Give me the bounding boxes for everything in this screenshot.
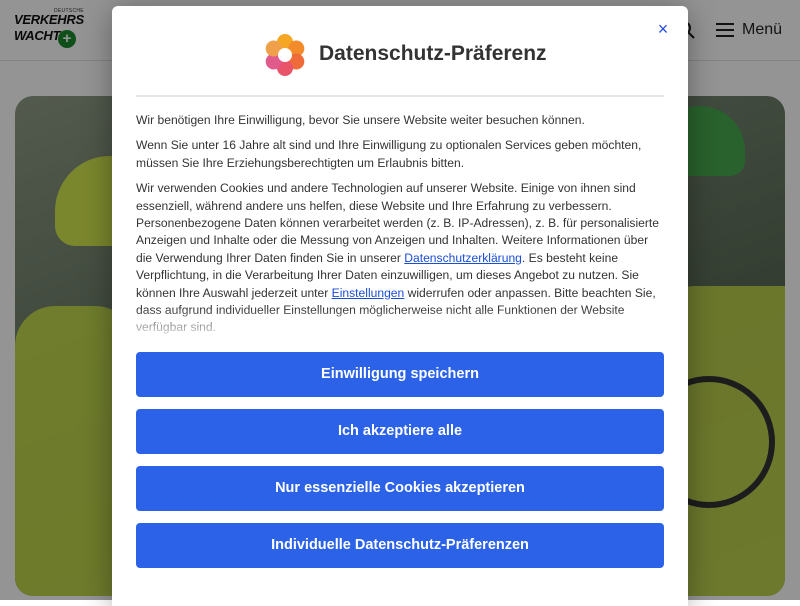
accept-essential-button[interactable]: Nur essenzielle Cookies akzeptieren (136, 466, 664, 511)
close-icon[interactable]: × (652, 18, 674, 40)
title-divider (136, 95, 664, 97)
privacy-policy-link[interactable]: Datenschutzerklärung (404, 251, 522, 265)
consent-text: Wir benötigen Ihre Einwilligung, bevor S… (136, 112, 664, 340)
save-consent-button[interactable]: Einwilligung speichern (136, 352, 664, 397)
consent-paragraph-2: Wenn Sie unter 16 Jahre alt sind und Ihr… (136, 138, 642, 170)
individual-preferences-button[interactable]: Individuelle Datenschutz-Präferenzen (136, 523, 664, 568)
text-fade (136, 308, 664, 342)
privacy-brand-icon (265, 34, 305, 76)
settings-link[interactable]: Einstellungen (332, 286, 405, 300)
dialog-title: Datenschutz-Präferenz (319, 42, 547, 65)
accept-all-button[interactable]: Ich akzeptiere alle (136, 409, 664, 454)
privacy-consent-dialog: × Datenschutz-Präferenz Wir benötigen Ih… (112, 6, 688, 606)
consent-paragraph-1: Wir benötigen Ihre Einwilligung, bevor S… (136, 113, 585, 127)
